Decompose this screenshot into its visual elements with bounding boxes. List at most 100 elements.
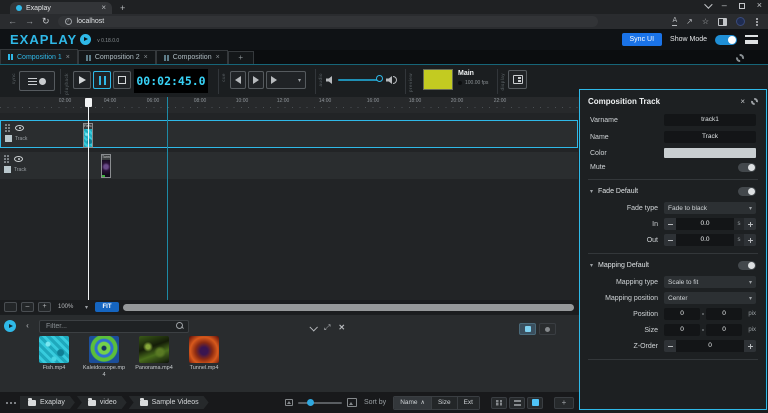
media-item-fish[interactable]: Fish.mp4 bbox=[32, 336, 76, 378]
zoom-level-select[interactable]: 100% ▾ bbox=[55, 302, 91, 312]
add-folder-button[interactable]: + bbox=[554, 397, 574, 409]
share-icon[interactable]: ↗ bbox=[686, 18, 693, 26]
drag-handle-icon[interactable] bbox=[5, 124, 10, 132]
media-options-button[interactable] bbox=[539, 323, 556, 335]
size-y-input[interactable]: 0 bbox=[706, 324, 742, 336]
increment-button[interactable] bbox=[744, 340, 756, 352]
output-preview-thumbnail[interactable] bbox=[423, 69, 453, 90]
position-y-input[interactable]: 0 bbox=[706, 308, 742, 320]
breadcrumb-video[interactable]: video bbox=[77, 396, 127, 409]
next-cue-button[interactable] bbox=[248, 71, 264, 89]
position-x-input[interactable]: 0 bbox=[664, 308, 700, 320]
tab-close-icon[interactable]: × bbox=[101, 4, 106, 12]
window-close-icon[interactable]: × bbox=[757, 1, 762, 10]
fade-default-toggle[interactable] bbox=[738, 187, 756, 196]
clip-tunnel[interactable]: Tunnel.mp4 bbox=[101, 154, 111, 178]
track-row-2[interactable]: Track bbox=[0, 152, 578, 179]
track-visibility-eye-icon[interactable] bbox=[14, 156, 23, 162]
display-layout-button[interactable] bbox=[508, 70, 527, 89]
browser-menu-icon[interactable] bbox=[756, 21, 758, 23]
fullscreen-exit-icon[interactable]: ✕ bbox=[338, 324, 345, 332]
profile-avatar[interactable] bbox=[736, 17, 745, 26]
media-back-button[interactable]: ‹ bbox=[21, 320, 34, 332]
sort-ext-button[interactable]: Ext bbox=[458, 397, 479, 409]
media-item-tunnel[interactable]: Tunnel.mp4 bbox=[182, 336, 226, 378]
section-collapse-icon[interactable]: ▾ bbox=[590, 262, 593, 269]
track-visibility-eye-icon[interactable] bbox=[15, 125, 24, 131]
translate-icon[interactable]: A bbox=[672, 17, 677, 26]
zoom-in-button[interactable]: + bbox=[38, 302, 51, 312]
url-field[interactable]: i localhost bbox=[58, 16, 598, 27]
filter-input[interactable] bbox=[39, 320, 189, 333]
fade-out-value[interactable]: 0.0 bbox=[676, 234, 734, 246]
playhead-line[interactable] bbox=[88, 98, 89, 300]
stop-button[interactable] bbox=[113, 71, 131, 89]
collapse-chevron-icon[interactable] bbox=[309, 323, 317, 331]
back-icon[interactable]: ← bbox=[8, 17, 17, 26]
decrement-button[interactable] bbox=[664, 218, 676, 230]
increment-button[interactable] bbox=[744, 218, 756, 230]
forward-icon[interactable]: → bbox=[25, 17, 34, 26]
slider-knob[interactable] bbox=[307, 399, 314, 406]
tab-close-icon[interactable]: × bbox=[216, 54, 220, 61]
zorder-value[interactable]: 0 bbox=[676, 340, 744, 352]
video-thumbnail[interactable] bbox=[139, 336, 169, 363]
playhead-handle[interactable] bbox=[85, 98, 92, 107]
mapping-type-dropdown[interactable]: Scale to fit ▾ bbox=[664, 276, 756, 288]
timeline-horizontal-scrollbar[interactable] bbox=[123, 304, 574, 311]
tab-composition-2[interactable]: Composition 2 × bbox=[78, 50, 156, 64]
video-thumbnail[interactable] bbox=[189, 336, 219, 363]
increment-button[interactable] bbox=[744, 234, 756, 246]
track-color-chip[interactable] bbox=[4, 166, 11, 173]
sync-ui-button[interactable]: Sync UI bbox=[622, 33, 663, 46]
volume-mute-icon[interactable] bbox=[326, 76, 334, 84]
media-grid-view-button[interactable] bbox=[519, 323, 536, 335]
previous-cue-button[interactable] bbox=[230, 71, 246, 89]
mapping-position-dropdown[interactable]: Center ▾ bbox=[664, 292, 756, 304]
tab-search-icon[interactable] bbox=[704, 0, 712, 8]
mapping-default-toggle[interactable] bbox=[738, 261, 756, 270]
volume-slider-knob[interactable] bbox=[376, 75, 383, 82]
pause-button[interactable] bbox=[93, 71, 111, 89]
volume-slider[interactable] bbox=[338, 79, 380, 81]
video-thumbnail[interactable] bbox=[39, 336, 69, 363]
media-item-panorama[interactable]: Panorama.mp4 bbox=[132, 336, 176, 378]
panel-gear-icon[interactable] bbox=[751, 98, 758, 105]
breadcrumb-sample-videos[interactable]: Sample Videos bbox=[129, 396, 209, 409]
show-mode-toggle[interactable] bbox=[715, 35, 737, 45]
sort-name-button[interactable]: Name ∧ bbox=[394, 397, 432, 409]
cue-select-dropdown[interactable]: ▾ bbox=[266, 71, 306, 89]
tab-close-icon[interactable]: × bbox=[144, 54, 148, 61]
timeline-tracks-area[interactable]: Track Track Fish.mp4 Tunnel.mp4 bbox=[0, 113, 580, 300]
bookmark-star-icon[interactable]: ☆ bbox=[702, 18, 709, 26]
video-thumbnail[interactable] bbox=[89, 336, 119, 363]
view-list-button[interactable] bbox=[509, 397, 525, 409]
name-input[interactable]: Track bbox=[664, 131, 756, 143]
section-collapse-icon[interactable]: ▾ bbox=[590, 188, 593, 195]
drag-handle-icon[interactable] bbox=[4, 155, 9, 163]
side-panel-icon[interactable] bbox=[718, 18, 727, 26]
view-small-grid-button[interactable] bbox=[491, 397, 507, 409]
expand-icon[interactable]: ⤢ bbox=[324, 324, 330, 332]
panel-close-icon[interactable]: × bbox=[740, 97, 745, 106]
view-large-grid-button[interactable] bbox=[527, 397, 543, 409]
tab-close-icon[interactable]: × bbox=[66, 54, 70, 61]
size-x-input[interactable]: 0 bbox=[664, 324, 700, 336]
fade-in-value[interactable]: 0.0 bbox=[676, 218, 734, 230]
media-item-kaleidoscope[interactable]: Kaleidoscope.mp4 bbox=[82, 336, 126, 378]
tab-composition-1[interactable]: Composition 1 × bbox=[0, 49, 78, 64]
window-restore-icon[interactable] bbox=[739, 3, 745, 9]
decrement-button[interactable] bbox=[664, 340, 676, 352]
thumbnail-size-slider[interactable] bbox=[298, 402, 342, 404]
site-info-icon[interactable]: i bbox=[65, 18, 72, 25]
more-icon[interactable] bbox=[6, 402, 8, 404]
tab-composition-3[interactable]: Composition × bbox=[156, 50, 228, 64]
browser-tab[interactable]: Exaplay × bbox=[10, 2, 112, 14]
fit-button[interactable]: FIT bbox=[95, 302, 119, 312]
add-composition-button[interactable]: + bbox=[228, 51, 254, 64]
color-swatch[interactable] bbox=[664, 148, 756, 158]
breadcrumb-exaplay[interactable]: Exaplay bbox=[20, 396, 75, 409]
varname-input[interactable]: track1 bbox=[664, 114, 756, 126]
window-minimize-icon[interactable]: – bbox=[722, 1, 727, 10]
new-tab-button[interactable]: + bbox=[120, 2, 125, 14]
